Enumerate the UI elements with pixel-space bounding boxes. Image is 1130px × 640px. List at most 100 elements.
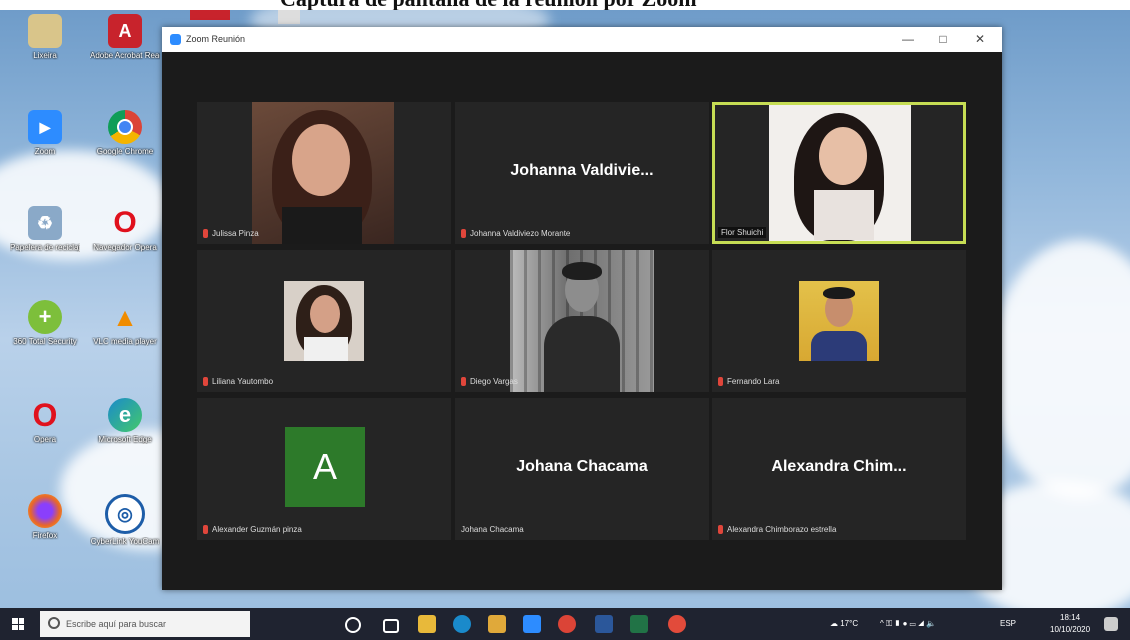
cortana-icon[interactable]	[345, 617, 361, 633]
notifications-icon[interactable]	[1104, 617, 1118, 631]
desktop-icon-adobe[interactable]: A Adobe Acrobat Reader	[90, 14, 160, 60]
participant-name: Johana Chacama	[461, 525, 524, 534]
excel-icon[interactable]	[630, 615, 648, 633]
desktop-icon-label: VLC media player	[93, 337, 157, 346]
participant-name: Julissa Pinza	[203, 229, 259, 238]
desktop-icon-label: Adobe Acrobat Reader	[90, 51, 160, 60]
zoom-icon: ▶	[28, 110, 62, 144]
desktop-icon-label: Navegador Opera	[93, 243, 157, 252]
zoom-window: Zoom Reunión — □ ✕ Julissa Pinza Johanna…	[162, 27, 1002, 590]
participant-name: Fernando Lara	[718, 377, 779, 386]
participant-name: Alexander Guzmán pinza	[203, 525, 302, 534]
vlc-icon: ▲	[112, 301, 138, 332]
participant-tile[interactable]: A Alexander Guzmán pinza	[197, 398, 451, 540]
participant-video	[252, 102, 394, 244]
mic-muted-icon	[461, 229, 466, 238]
edge-icon: e	[108, 398, 142, 432]
clock-time: 18:14	[1060, 613, 1081, 622]
desktop-icon-zoom[interactable]: ▶ Zoom	[10, 110, 80, 156]
opera-icon: O	[32, 396, 58, 433]
search-icon	[48, 617, 60, 629]
clock[interactable]: 18:14 10/10/2020	[1050, 612, 1090, 636]
system-tray-icons[interactable]: ^ ⚿ ▮ ● ▭ ◢ 🔈	[880, 619, 936, 629]
desktop-icon-edge[interactable]: e Microsoft Edge	[90, 398, 160, 444]
participant-name: Liliana Yautombo	[203, 377, 273, 386]
participant-avatar: A	[285, 427, 365, 507]
desktop-icon-label: Google Chrome	[96, 147, 154, 156]
edge-taskbar-icon[interactable]	[453, 615, 471, 633]
desktop-icon-label: Lixeira	[33, 51, 57, 60]
desktop-icon-cyberlink[interactable]: ◎ CyberLink YouCam	[90, 494, 160, 546]
adobe-icon: A	[108, 14, 142, 48]
security-icon: +	[28, 300, 62, 334]
participant-name: Johanna Valdiviezo Morante	[461, 229, 570, 238]
participant-name: Diego Vargas	[461, 377, 518, 386]
search-placeholder: Escribe aquí para buscar	[66, 619, 167, 629]
partial-desktop-icon	[190, 10, 230, 20]
participant-tile[interactable]: Alexandra Chim... Alexandra Chimborazo e…	[712, 398, 966, 540]
taskbar-search-input[interactable]: Escribe aquí para buscar	[40, 611, 250, 637]
windows-start-icon[interactable]	[12, 618, 24, 630]
participant-tile[interactable]: Diego Vargas	[455, 250, 709, 392]
file-explorer-icon[interactable]	[418, 615, 436, 633]
cloud-icon: ☁	[830, 619, 841, 628]
participant-display-name: Johana Chacama	[516, 458, 648, 475]
desktop-icon-label: 360 Total Security	[13, 337, 77, 346]
chrome-icon	[108, 110, 142, 144]
participant-tile[interactable]: Liliana Yautombo	[197, 250, 451, 392]
desktop-icon-security[interactable]: + 360 Total Security	[10, 300, 80, 346]
desktop-icon-vlc[interactable]: ▲ VLC media player	[90, 300, 160, 347]
webcam-icon: ◎	[105, 494, 145, 534]
close-button[interactable]: ✕	[969, 31, 991, 47]
store-icon[interactable]	[488, 615, 506, 633]
participant-tile[interactable]: Johana Chacama Johana Chacama	[455, 398, 709, 540]
participant-name: Alexandra Chimborazo estrella	[718, 525, 836, 534]
desktop-icon-firefox[interactable]: Firefox	[10, 494, 80, 540]
zoom-taskbar-icon[interactable]	[523, 615, 541, 633]
top-strip: Captura de pantalla de la reunión por Zo…	[0, 0, 1130, 10]
participant-tile[interactable]: Fernando Lara	[712, 250, 966, 392]
mic-muted-icon	[718, 377, 723, 386]
desktop-icon-label: Zoom	[34, 147, 56, 156]
window-title: Zoom Reunión	[186, 34, 246, 44]
task-view-icon[interactable]	[383, 619, 399, 633]
participant-video	[799, 281, 879, 361]
mic-muted-icon	[461, 377, 466, 386]
desktop-icon-label: Opera	[33, 435, 57, 444]
partial-desktop-icon	[278, 10, 300, 24]
cropped-heading: Captura de pantalla de la reunión por Zo…	[280, 0, 697, 10]
participant-video	[284, 281, 364, 361]
participant-video	[510, 250, 654, 392]
participant-display-name: Johanna Valdivie...	[510, 162, 654, 179]
folder-icon	[28, 14, 62, 48]
chrome-taskbar-icon[interactable]	[558, 615, 576, 633]
word-icon[interactable]	[595, 615, 613, 633]
desktop-icon-trash[interactable]: ♻ Papelera de reciclaje	[10, 206, 80, 252]
desktop-icon-label: Microsoft Edge	[98, 435, 152, 444]
participant-display-name: Alexandra Chim...	[771, 458, 907, 475]
desktop-icon-label: Papelera de reciclaje	[10, 243, 80, 252]
desktop-icon-recycle[interactable]: Lixeira	[10, 14, 80, 60]
opera-icon: O	[113, 206, 137, 239]
desktop-icon-label: CyberLink YouCam	[90, 537, 160, 546]
weather-indicator[interactable]: ☁ 17°C	[830, 619, 858, 628]
desktop-icon-label: Firefox	[32, 531, 58, 540]
desktop-icon-opera[interactable]: O Opera	[10, 396, 80, 445]
mic-muted-icon	[203, 229, 208, 238]
participant-video	[769, 105, 911, 241]
taskbar: Escribe aquí para buscar ☁ 17°C ^ ⚿ ▮ ● …	[0, 608, 1130, 640]
minimize-button[interactable]: —	[897, 31, 919, 47]
zoom-titlebar[interactable]: Zoom Reunión — □ ✕	[162, 27, 1002, 52]
participant-tile[interactable]: Johanna Valdivie... Johanna Valdiviezo M…	[455, 102, 709, 244]
recycle-bin-icon: ♻	[28, 206, 62, 240]
app-icon[interactable]	[668, 615, 686, 633]
participant-tile-active-speaker[interactable]: Flor Shuichi	[712, 102, 966, 244]
desktop-icon-chrome[interactable]: Google Chrome	[90, 110, 160, 156]
maximize-button[interactable]: □	[932, 31, 954, 47]
language-indicator[interactable]: ESP	[1000, 619, 1016, 628]
participant-name: Flor Shuichi	[718, 227, 767, 238]
mic-muted-icon	[203, 525, 208, 534]
participant-tile[interactable]: Julissa Pinza	[197, 102, 451, 244]
mic-muted-icon	[203, 377, 208, 386]
desktop-icon-opera-gx[interactable]: O Navegador Opera	[90, 206, 160, 252]
